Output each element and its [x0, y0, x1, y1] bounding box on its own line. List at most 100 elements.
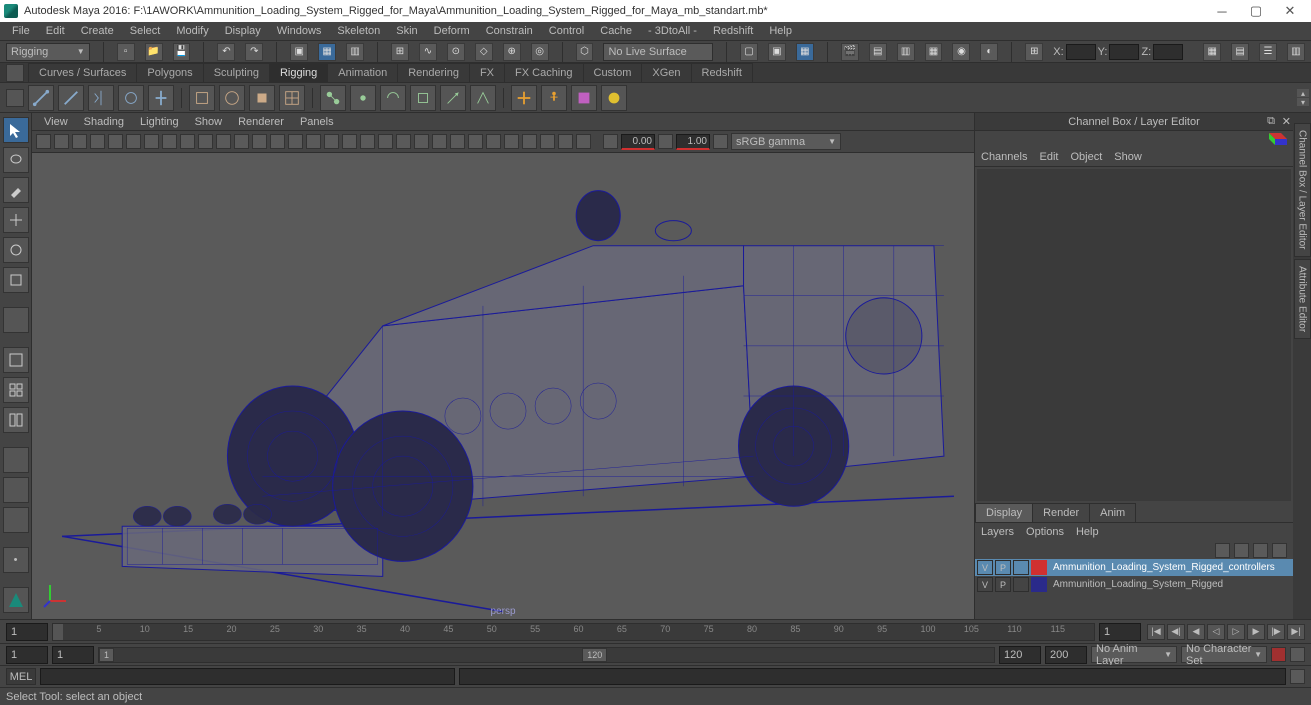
- shelf-scroll-down-icon[interactable]: ▾: [1297, 98, 1309, 106]
- layer-tab-render[interactable]: Render: [1032, 503, 1090, 522]
- menu-file[interactable]: File: [4, 23, 38, 39]
- use-lights-icon[interactable]: [270, 134, 285, 149]
- renderer-opts-icon[interactable]: [450, 134, 465, 149]
- isolate-icon[interactable]: [360, 134, 375, 149]
- layer-move-up-icon[interactable]: [1215, 543, 1230, 558]
- bind-skin-icon[interactable]: [189, 85, 215, 111]
- menu-display[interactable]: Display: [217, 23, 269, 39]
- orient-joint-icon[interactable]: [118, 85, 144, 111]
- range-bar-start[interactable]: 1: [99, 648, 114, 662]
- shelf-tab-redshift[interactable]: Redshift: [691, 63, 753, 82]
- time-start-field[interactable]: 1: [6, 623, 48, 641]
- y-field[interactable]: [1109, 44, 1139, 60]
- hypershade-icon[interactable]: ◉: [952, 43, 970, 61]
- menu-skeleton[interactable]: Skeleton: [329, 23, 388, 39]
- cb-menu-edit[interactable]: Edit: [1039, 151, 1058, 163]
- range-bar-end[interactable]: 120: [582, 648, 607, 662]
- z-field[interactable]: [1153, 44, 1183, 60]
- shelf-tab-fx[interactable]: FX: [469, 63, 505, 82]
- cb-popout-icon[interactable]: ⧉: [1267, 115, 1275, 128]
- menu-cache[interactable]: Cache: [592, 23, 640, 39]
- step-forward-icon[interactable]: ▶: [1247, 624, 1265, 640]
- aa-icon[interactable]: [342, 134, 357, 149]
- layer-color-swatch[interactable]: [1031, 577, 1047, 592]
- aim-constraint-icon[interactable]: [440, 85, 466, 111]
- menu-constrain[interactable]: Constrain: [478, 23, 541, 39]
- maya-home-icon[interactable]: [3, 587, 29, 613]
- layout-four-icon[interactable]: [3, 377, 29, 403]
- play-forward-icon[interactable]: ▷: [1227, 624, 1245, 640]
- shelf-tab-fxcaching[interactable]: FX Caching: [504, 63, 583, 82]
- quickrig-icon[interactable]: [571, 85, 597, 111]
- layer-name[interactable]: Ammunition_Loading_System_Rigged_control…: [1049, 560, 1291, 575]
- range-end-field[interactable]: 200: [1045, 646, 1087, 664]
- humanik-icon[interactable]: [541, 85, 567, 111]
- xray-icon[interactable]: [378, 134, 393, 149]
- maximize-button[interactable]: ▢: [1239, 1, 1273, 21]
- time-current-field[interactable]: 1: [1099, 623, 1141, 641]
- menu-redshift[interactable]: Redshift: [705, 23, 761, 39]
- image-plane-icon[interactable]: [90, 134, 105, 149]
- script-editor-icon[interactable]: [1290, 669, 1305, 684]
- range-playback-start-field[interactable]: 1: [52, 646, 94, 664]
- x-field[interactable]: [1066, 44, 1096, 60]
- layout-two-icon[interactable]: [3, 407, 29, 433]
- snap-grid-icon[interactable]: ⊞: [391, 43, 409, 61]
- layer-vis-toggle[interactable]: V: [977, 560, 993, 575]
- live-surface-combo[interactable]: No Live Surface: [603, 43, 713, 61]
- cluster-icon[interactable]: [249, 85, 275, 111]
- mirror-joint-icon[interactable]: [88, 85, 114, 111]
- menu-modify[interactable]: Modify: [168, 23, 216, 39]
- layer-playback-toggle[interactable]: P: [995, 560, 1011, 575]
- range-track[interactable]: 1 120: [98, 647, 995, 663]
- go-to-start-icon[interactable]: |◀: [1147, 624, 1165, 640]
- layout-single-icon[interactable]: [3, 347, 29, 373]
- script-lang-label[interactable]: MEL: [6, 668, 36, 685]
- snap-live-icon[interactable]: ◎: [531, 43, 549, 61]
- menu-windows[interactable]: Windows: [269, 23, 330, 39]
- cb-menu-object[interactable]: Object: [1070, 151, 1102, 163]
- hypergraph-icon[interactable]: [3, 507, 29, 533]
- shelf-tab-animation[interactable]: Animation: [327, 63, 398, 82]
- tool-settings-icon[interactable]: ☰: [1259, 43, 1277, 61]
- color-mgmt-icon[interactable]: [713, 134, 728, 149]
- shelf-tab-rigging[interactable]: Rigging: [269, 63, 328, 82]
- menu-help[interactable]: Help: [761, 23, 800, 39]
- menu-deform[interactable]: Deform: [426, 23, 478, 39]
- snap-point-icon[interactable]: ⊙: [447, 43, 465, 61]
- history-icon[interactable]: ▢: [740, 43, 758, 61]
- gamma-icon[interactable]: [658, 134, 673, 149]
- layer-move-down-icon[interactable]: [1234, 543, 1249, 558]
- menu-control[interactable]: Control: [541, 23, 592, 39]
- panel-menu-panels[interactable]: Panels: [292, 114, 342, 130]
- character-set-combo[interactable]: No Character Set▼: [1181, 646, 1267, 663]
- renderer-select-icon[interactable]: [432, 134, 447, 149]
- play-back-icon[interactable]: ◁: [1207, 624, 1225, 640]
- minimize-button[interactable]: ─: [1205, 1, 1239, 21]
- undo-icon[interactable]: ↶: [217, 43, 235, 61]
- vp-ik-icon[interactable]: [522, 134, 537, 149]
- select-mode-icon[interactable]: ▣: [290, 43, 308, 61]
- scale-tool-icon[interactable]: [3, 267, 29, 293]
- panel-menu-shading[interactable]: Shading: [76, 114, 132, 130]
- autokey-icon[interactable]: [1271, 647, 1286, 662]
- exposure-field[interactable]: 0.00: [621, 134, 655, 150]
- layer-color-swatch[interactable]: [1031, 560, 1047, 575]
- viewport[interactable]: persp: [32, 153, 974, 619]
- lattice-icon[interactable]: [279, 85, 305, 111]
- scale-constraint-icon[interactable]: [410, 85, 436, 111]
- layer-type-toggle[interactable]: [1013, 577, 1029, 592]
- layer-tab-display[interactable]: Display: [975, 503, 1033, 522]
- layer-menu-help[interactable]: Help: [1076, 526, 1099, 538]
- render-seq-icon[interactable]: ◐: [980, 43, 998, 61]
- step-forward-key-icon[interactable]: |▶: [1267, 624, 1285, 640]
- channel-box-icon[interactable]: ▥: [1287, 43, 1305, 61]
- select-tool-icon[interactable]: [3, 117, 29, 143]
- paint-select-tool-icon[interactable]: [3, 177, 29, 203]
- panel-menu-renderer[interactable]: Renderer: [230, 114, 292, 130]
- layer-tab-anim[interactable]: Anim: [1089, 503, 1136, 522]
- snap-curve-icon[interactable]: ∿: [419, 43, 437, 61]
- sidetab-channelbox[interactable]: Channel Box / Layer Editor: [1294, 123, 1311, 257]
- render-settings-icon[interactable]: ▥: [897, 43, 915, 61]
- grid-toggle-icon[interactable]: [414, 134, 429, 149]
